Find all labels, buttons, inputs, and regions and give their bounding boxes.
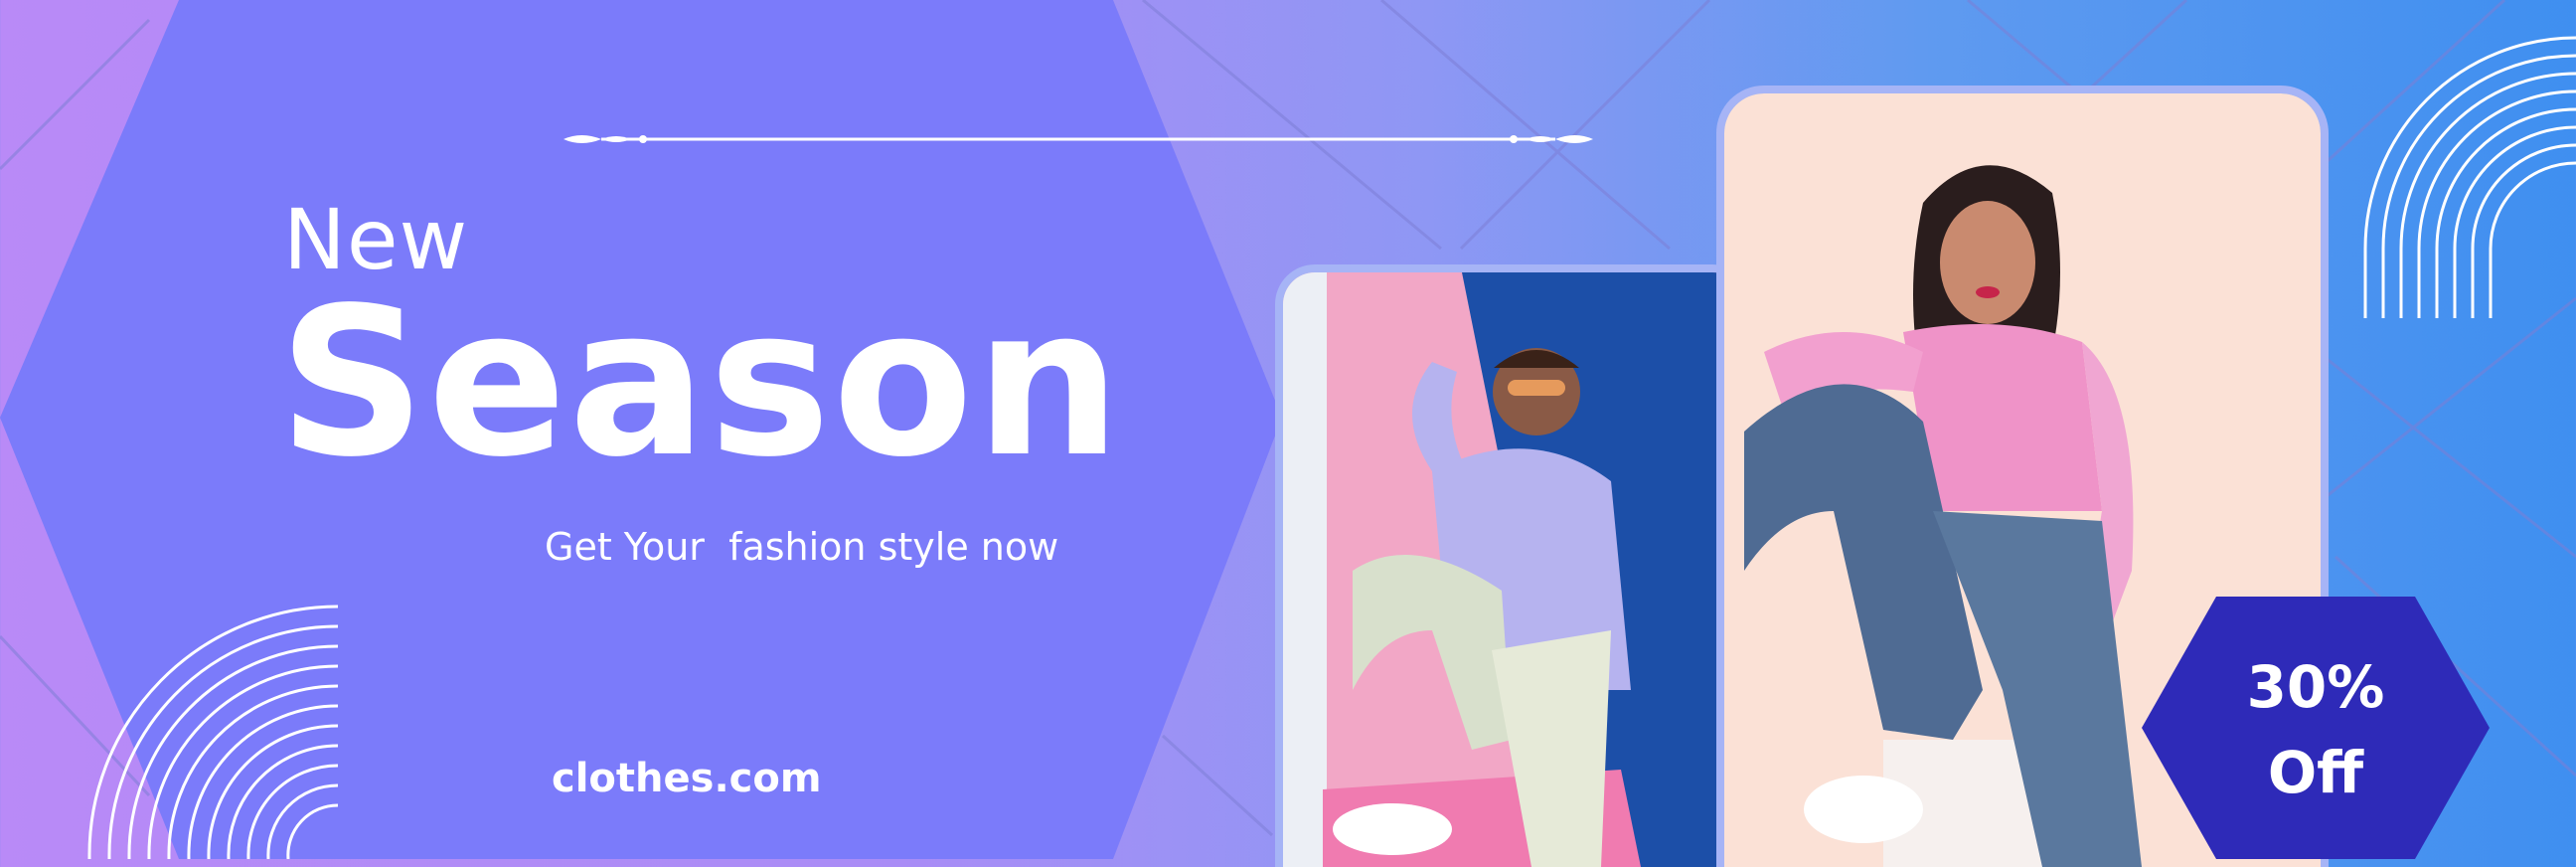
decorative-divider-icon (564, 135, 1593, 143)
discount-badge-text: 30% Off (2142, 644, 2490, 815)
tagline: Get Your fashion style now (545, 525, 1059, 569)
website-link[interactable]: clothes.com (552, 756, 822, 801)
model-photo-1 (1275, 264, 1752, 867)
discount-label: Off (2267, 739, 2364, 806)
discount-percent: 30% (2246, 653, 2385, 721)
title-season: Season (278, 263, 1123, 502)
concentric-arcs-icon (87, 605, 339, 859)
concentric-arcs-icon (2363, 36, 2576, 318)
